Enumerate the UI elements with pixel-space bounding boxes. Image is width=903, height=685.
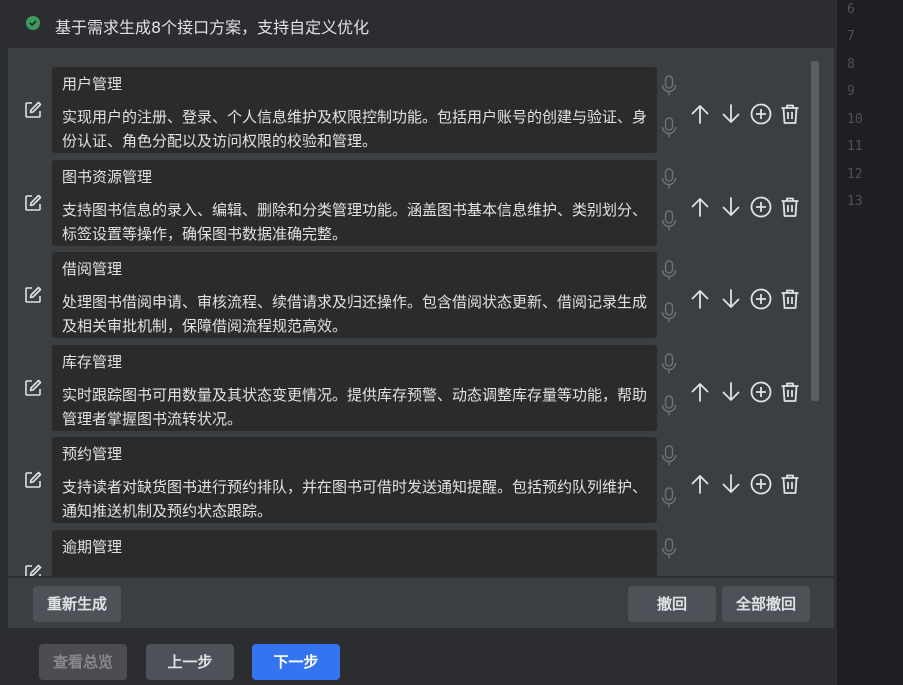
interface-title[interactable]: 库存管理 <box>62 351 122 372</box>
arrow-up-icon[interactable] <box>688 195 712 219</box>
interface-description[interactable]: 支持图书信息的录入、编辑、删除和分类管理功能。涵盖图书基本信息维护、类别划分、标… <box>62 198 652 246</box>
previous-step-button[interactable]: 上一步 <box>146 644 234 680</box>
line-number: 13 <box>847 194 863 209</box>
interface-item: 借阅管理处理图书借阅申请、审核流程、续借请求及归还操作。包含借阅状态更新、借阅记… <box>8 252 834 338</box>
plus-circle-icon[interactable] <box>749 102 773 126</box>
line-number: 6 <box>847 2 855 17</box>
plus-circle-icon[interactable] <box>749 287 773 311</box>
interface-description[interactable]: 支持读者对缺货图书进行预约排队，并在图书可借时发送通知提醒。包括预约队列维护、通… <box>62 475 652 523</box>
interface-card[interactable]: 图书资源管理支持图书信息的录入、编辑、删除和分类管理功能。涵盖图书基本信息维护、… <box>52 160 657 246</box>
interface-title[interactable]: 图书资源管理 <box>62 166 152 187</box>
interface-list[interactable]: 用户管理实现用户的注册、登录、个人信息维护及权限控制功能。包括用户账号的创建与验… <box>8 48 834 576</box>
plus-circle-icon[interactable] <box>749 472 773 496</box>
edit-icon[interactable] <box>23 285 43 305</box>
interface-description[interactable]: 实时跟踪图书可用数量及其状态变更情况。提供库存预警、动态调整库存量等功能，帮助管… <box>62 383 652 431</box>
interface-title[interactable]: 预约管理 <box>62 443 122 464</box>
interface-card[interactable]: 预约管理支持读者对缺货图书进行预约排队，并在图书可借时发送通知提醒。包括预约队列… <box>52 437 657 523</box>
interface-item: 用户管理实现用户的注册、登录、个人信息维护及权限控制功能。包括用户账号的创建与验… <box>8 67 834 153</box>
line-number: 7 <box>847 29 855 44</box>
line-number: 11 <box>847 139 863 154</box>
trash-icon[interactable] <box>778 195 802 219</box>
mic-icon[interactable] <box>661 302 677 324</box>
arrow-down-icon[interactable] <box>719 102 743 126</box>
plus-circle-icon[interactable] <box>749 195 773 219</box>
edit-icon[interactable] <box>23 193 43 213</box>
arrow-up-icon[interactable] <box>688 287 712 311</box>
arrow-up-icon[interactable] <box>688 102 712 126</box>
arrow-down-icon[interactable] <box>719 380 743 404</box>
wizard-footer: 查看总览 上一步 下一步 <box>8 628 834 685</box>
interface-item: 图书资源管理支持图书信息的录入、编辑、删除和分类管理功能。涵盖图书基本信息维护、… <box>8 160 834 246</box>
edit-icon[interactable] <box>23 563 43 576</box>
app-root: 6 7 8 9 10 11 12 13 基于需求生成8个接口方案，支持自定义优化… <box>0 0 903 685</box>
next-step-button[interactable]: 下一步 <box>252 644 340 680</box>
status-header: 基于需求生成8个接口方案，支持自定义优化 <box>8 0 834 48</box>
edit-icon[interactable] <box>23 100 43 120</box>
plan-panel: 基于需求生成8个接口方案，支持自定义优化 用户管理实现用户的注册、登录、个人信息… <box>0 0 836 685</box>
mic-icon[interactable] <box>661 260 677 282</box>
mic-icon[interactable] <box>661 445 677 467</box>
arrow-up-icon[interactable] <box>688 380 712 404</box>
interface-title[interactable]: 逾期管理 <box>62 536 122 557</box>
edit-icon[interactable] <box>23 470 43 490</box>
mic-icon[interactable] <box>661 487 677 509</box>
interface-card[interactable]: 库存管理实时跟踪图书可用数量及其状态变更情况。提供库存预警、动态调整库存量等功能… <box>52 345 657 431</box>
mic-icon[interactable] <box>661 353 677 375</box>
interface-description[interactable]: 处理图书借阅申请、审核流程、续借请求及归还操作。包含借阅状态更新、借阅记录生成及… <box>62 290 652 338</box>
interface-item: 逾期管理 <box>8 530 834 576</box>
plus-circle-icon[interactable] <box>749 380 773 404</box>
interface-item: 库存管理实时跟踪图书可用数量及其状态变更情况。提供库存预警、动态调整库存量等功能… <box>8 345 834 431</box>
undo-all-button[interactable]: 全部撤回 <box>722 586 810 622</box>
regenerate-button[interactable]: 重新生成 <box>33 586 121 622</box>
view-overview-button[interactable]: 查看总览 <box>39 644 127 680</box>
arrow-up-icon[interactable] <box>688 472 712 496</box>
interface-card[interactable]: 借阅管理处理图书借阅申请、审核流程、续借请求及归还操作。包含借阅状态更新、借阅记… <box>52 252 657 338</box>
interface-card[interactable]: 用户管理实现用户的注册、登录、个人信息维护及权限控制功能。包括用户账号的创建与验… <box>52 67 657 153</box>
arrow-down-icon[interactable] <box>719 195 743 219</box>
interface-card[interactable]: 逾期管理 <box>52 530 657 576</box>
check-circle-icon <box>26 16 40 30</box>
scrollbar-thumb[interactable] <box>811 61 819 401</box>
arrow-down-icon[interactable] <box>719 472 743 496</box>
interface-item: 预约管理支持读者对缺货图书进行预约排队，并在图书可借时发送通知提醒。包括预约队列… <box>8 437 834 523</box>
trash-icon[interactable] <box>778 472 802 496</box>
interface-title[interactable]: 用户管理 <box>62 73 122 94</box>
status-text: 基于需求生成8个接口方案，支持自定义优化 <box>55 18 370 37</box>
list-actions-bar: 重新生成 撤回 全部撤回 <box>8 577 834 628</box>
trash-icon[interactable] <box>778 380 802 404</box>
arrow-down-icon[interactable] <box>719 287 743 311</box>
edit-icon[interactable] <box>23 378 43 398</box>
mic-icon[interactable] <box>661 210 677 232</box>
line-number-gutter: 6 7 8 9 10 11 12 13 <box>836 0 903 685</box>
line-number: 12 <box>847 167 863 182</box>
interface-description[interactable]: 实现用户的注册、登录、个人信息维护及权限控制功能。包括用户账号的创建与验证、身份… <box>62 105 652 153</box>
line-number: 8 <box>847 57 855 72</box>
line-number: 10 <box>847 112 863 127</box>
mic-icon[interactable] <box>661 538 677 560</box>
mic-icon[interactable] <box>661 117 677 139</box>
mic-icon[interactable] <box>661 168 677 190</box>
undo-button[interactable]: 撤回 <box>628 586 716 622</box>
mic-icon[interactable] <box>661 395 677 417</box>
line-number: 9 <box>847 84 855 99</box>
interface-title[interactable]: 借阅管理 <box>62 258 122 279</box>
trash-icon[interactable] <box>778 287 802 311</box>
trash-icon[interactable] <box>778 102 802 126</box>
mic-icon[interactable] <box>661 75 677 97</box>
